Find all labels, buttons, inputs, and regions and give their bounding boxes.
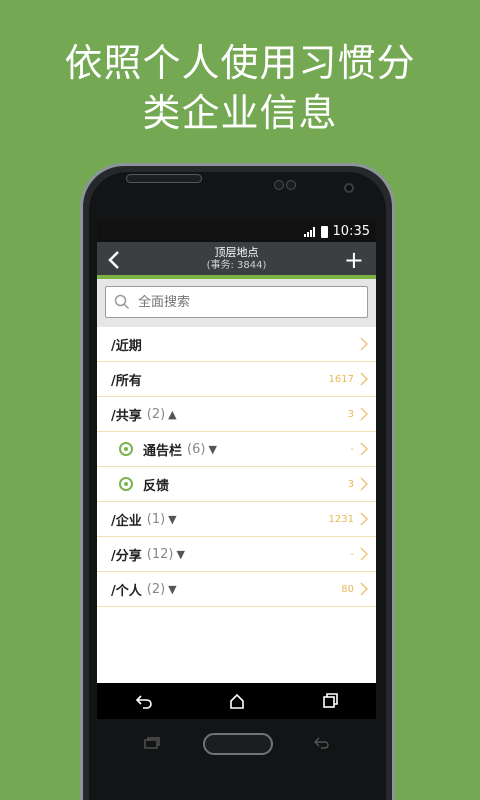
chevron-right-icon [360, 547, 368, 561]
list-item[interactable]: /共享 (2) ▲ 3 [97, 397, 376, 432]
target-icon [119, 442, 133, 456]
list-item-count: 80 [341, 583, 354, 595]
list-item[interactable]: 反馈 3 [97, 467, 376, 502]
list-item-count: 1231 [328, 513, 354, 525]
back-nav-icon[interactable] [134, 693, 154, 709]
list-item[interactable]: /企业 (1) ▼ 1231 [97, 502, 376, 537]
page-title: 顶层地点 [214, 246, 259, 259]
chevron-right-icon [360, 477, 368, 491]
light-sensor [286, 180, 296, 190]
earpiece-speaker [126, 174, 202, 183]
list-item-count: 3 [347, 478, 354, 490]
add-icon[interactable]: + [344, 248, 364, 272]
headline-line-2: 类企业信息 [142, 91, 338, 135]
list-item[interactable]: /所有 1617 [97, 362, 376, 397]
list-item-subcount: (2) [146, 406, 166, 422]
transaction-count: (事务: 3844) [206, 260, 267, 271]
list-item[interactable]: /近期 [97, 327, 376, 362]
list-item-label: /个人 [111, 583, 142, 599]
app-bar: 顶层地点 (事务: 3844) + [97, 242, 376, 279]
list-item-count: - [350, 548, 354, 560]
hardware-back-icon[interactable] [313, 736, 331, 750]
list-item[interactable]: 通告栏 (6) ▼ - [97, 432, 376, 467]
list-item[interactable]: /分享 (12) ▼ - [97, 537, 376, 572]
list-item-count: 3 [347, 408, 354, 420]
hardware-recents-icon[interactable] [143, 736, 161, 750]
expand-toggle-icon[interactable]: ▼ [168, 513, 176, 526]
expand-toggle-icon[interactable]: ▼ [168, 583, 176, 596]
home-nav-icon[interactable] [227, 693, 247, 709]
search-bar [97, 279, 376, 327]
list-item-label: /所有 [111, 373, 142, 389]
target-icon [119, 477, 133, 491]
chevron-right-icon [360, 407, 368, 421]
promo-headline: 依照个人使用习惯分 类企业信息 [0, 38, 480, 138]
list-item-count: 1617 [328, 373, 354, 385]
expand-toggle-icon[interactable]: ▼ [208, 443, 216, 456]
expand-toggle-icon[interactable]: ▼ [176, 548, 184, 561]
headline-line-1: 依照个人使用习惯分 [64, 41, 416, 85]
battery-icon [320, 225, 328, 238]
search-icon [114, 294, 130, 310]
status-time: 10:35 [332, 224, 370, 239]
list-item-subcount: (6) [187, 441, 206, 457]
chevron-right-icon [360, 512, 368, 526]
list-item-label: /共享 [111, 408, 142, 424]
list-item-label: /企业 [111, 513, 142, 529]
list-item-subcount: (1) [146, 511, 166, 527]
android-nav-bar [97, 683, 376, 719]
location-list: /近期/所有 1617/共享 (2) ▲ 3 通告栏 (6) ▼ - 反馈 3/企业 (1) ▼ 1231… [97, 327, 376, 607]
list-item-count: - [350, 443, 354, 455]
hardware-home-button[interactable] [203, 733, 273, 755]
list-item-label: 反馈 [143, 478, 170, 494]
search-box[interactable] [105, 286, 368, 318]
front-camera [344, 183, 354, 193]
chevron-right-icon [360, 582, 368, 596]
list-item-subcount: (12) [146, 546, 174, 562]
list-item-label: /分享 [111, 548, 142, 564]
expand-toggle-icon[interactable]: ▲ [168, 408, 176, 421]
signal-icon [303, 226, 316, 237]
phone-screen: 10:35 顶层地点 (事务: 3844) + /近期/所有1617/共享(2)… [97, 221, 376, 683]
recents-nav-icon[interactable] [320, 693, 340, 709]
search-input[interactable] [138, 294, 338, 310]
list-item[interactable]: /个人 (2) ▼ 80 [97, 572, 376, 607]
proximity-sensor [274, 180, 284, 190]
chevron-right-icon [360, 372, 368, 386]
status-bar: 10:35 [97, 221, 376, 242]
list-item-label: /近期 [111, 338, 142, 354]
chevron-right-icon [360, 337, 368, 351]
list-item-label: 通告栏 [143, 443, 183, 459]
list-item-subcount: (2) [146, 581, 166, 597]
chevron-right-icon [360, 442, 368, 456]
